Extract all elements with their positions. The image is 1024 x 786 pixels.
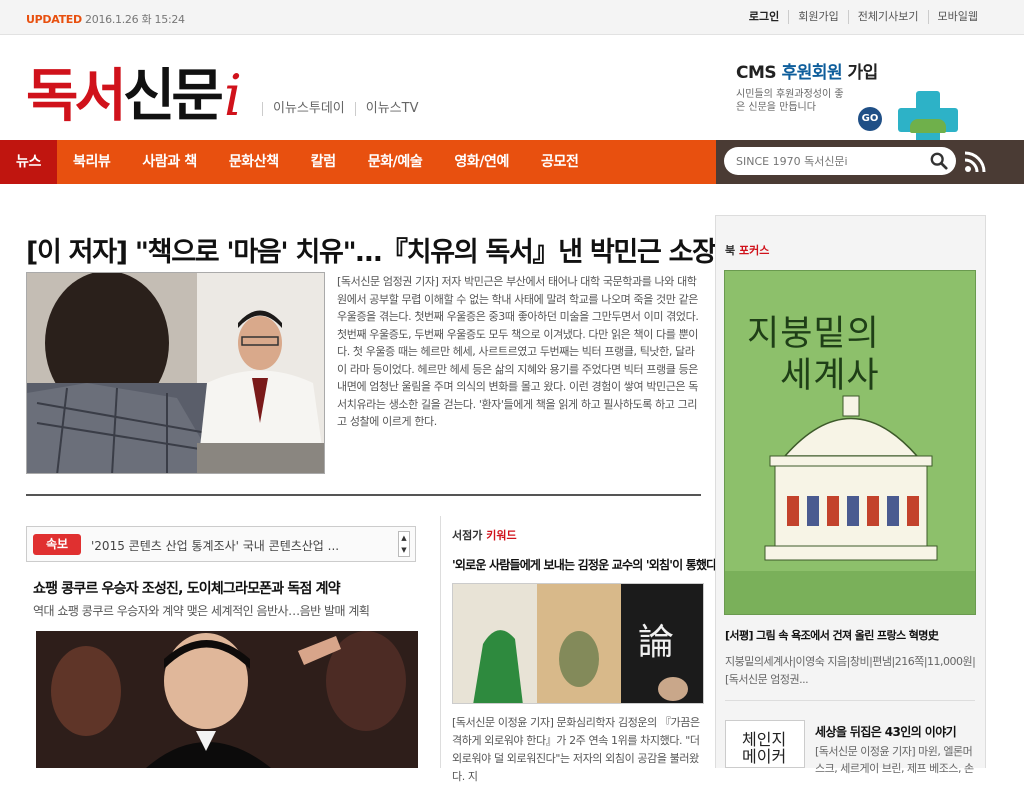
- keyword-books-photo[interactable]: 論: [452, 583, 704, 704]
- story2-photo[interactable]: [36, 631, 418, 768]
- site-logo[interactable]: 독서신문i: [26, 64, 242, 128]
- nav-item-column[interactable]: 칼럼: [295, 140, 352, 184]
- keyword-section-title: 서점가 키워드: [452, 529, 517, 542]
- book-focus-title: 북 포커스: [725, 244, 770, 257]
- keyword-article-title[interactable]: '외로운 사람들에게 보내는 김정운 교수의 '외침'이 통했다: [452, 556, 717, 573]
- cms-membership-banner[interactable]: CMS 후원회원 가입 시민들의 후원과정성이 좋은 신문을 만듭니다 GO: [736, 58, 896, 131]
- svg-text:論: 論: [638, 622, 674, 663]
- breaking-headline[interactable]: '2015 콘텐츠 산업 통계조사' 국내 콘텐츠산업 ...: [91, 537, 339, 554]
- login-link[interactable]: 로그인: [740, 10, 788, 24]
- update-timestamp: UPDATED 2016.1.26 화 15:24: [26, 13, 185, 26]
- sister-site-links: 이뉴스투데이 이뉴스TV: [262, 102, 428, 116]
- nav-search-area: [716, 140, 1024, 184]
- search-input[interactable]: [736, 152, 926, 170]
- rss-icon[interactable]: [964, 151, 986, 173]
- main-headline[interactable]: [이 저자] "책으로 '마음' 치유"…『치유의 독서』낸 박민근 소장: [26, 230, 717, 269]
- nav-item-news[interactable]: 뉴스: [0, 140, 57, 184]
- all-articles-link[interactable]: 전체기사보기: [847, 10, 928, 24]
- top-bar: UPDATED 2016.1.26 화 15:24 로그인 회원가입 전체기사보…: [0, 0, 1024, 35]
- book-focus-second-desc: [독서신문 이정윤 기자] 마윈, 엘론머스크, 세르게이 브린, 제프 베조스…: [815, 745, 974, 775]
- main-article-summary: [독서신문 엄정권 기자] 저자 박민근은 부산에서 태어나 대학 국문학과를 …: [337, 275, 699, 428]
- section-divider: [26, 494, 701, 496]
- search-icon[interactable]: [930, 152, 948, 170]
- book-cover-image[interactable]: 지붕밑의 세계사: [724, 270, 976, 615]
- column-divider: [440, 516, 441, 768]
- cms-description: 시민들의 후원과정성이 좋은 신문을 만듭니다: [736, 89, 844, 113]
- story2-title[interactable]: 쇼팽 콩쿠르 우승자 조성진, 도이체그라모폰과 독점 계약: [33, 578, 341, 598]
- thumbnail-title: 체인지 메이커: [742, 730, 787, 766]
- keyword-article-text: [독서신문 이정윤 기자] 문화심리학자 김정운의 『가끔은 격하게 외로워야 …: [452, 716, 700, 783]
- cms-title: CMS 후원회원 가입: [736, 63, 878, 83]
- cms-go-button[interactable]: GO: [858, 107, 882, 131]
- nav-item-culture-walk[interactable]: 문화산책: [213, 140, 295, 184]
- ticker-arrows[interactable]: ▲ ▼: [398, 531, 410, 557]
- book-focus-second-title[interactable]: 세상을 뒤집은 43인의 이야기: [815, 723, 957, 740]
- top-links: 로그인 회원가입 전체기사보기 모바일웹: [740, 10, 987, 24]
- search-box: [724, 147, 956, 175]
- nav-item-book-review[interactable]: 북리뷰: [57, 140, 126, 184]
- book-thumbnail[interactable]: 체인지 메이커: [725, 720, 805, 768]
- sidebar-divider: [725, 700, 975, 701]
- mobile-web-link[interactable]: 모바일웹: [927, 10, 987, 24]
- enewstv-link[interactable]: 이뉴스TV: [354, 102, 429, 116]
- nav-item-contest[interactable]: 공모전: [525, 140, 594, 184]
- nav-item-people-books[interactable]: 사람과 책: [126, 140, 212, 184]
- cover-title-line2: 세계사: [780, 356, 880, 396]
- book-focus-article-title[interactable]: [서평] 그림 속 욕조에서 건져 올린 프랑스 혁명史: [725, 627, 939, 643]
- signup-link[interactable]: 회원가입: [788, 10, 847, 24]
- ticker-down-icon[interactable]: ▼: [399, 544, 409, 556]
- book-focus-article-desc: 지붕밑의세계사|이영숙 지음|창비|편냄|216쪽|11,000원|[독서신문 …: [725, 655, 976, 686]
- main-article-photo[interactable]: [26, 272, 325, 474]
- breaking-news-ticker: 속보 '2015 콘텐츠 산업 통계조사' 국내 콘텐츠산업 ... ▲ ▼: [26, 526, 416, 562]
- ticker-up-icon[interactable]: ▲: [399, 532, 409, 544]
- site-header: 독서신문i 이뉴스투데이 이뉴스TV CMS 후원회원 가입 시민들의 후원과정…: [0, 36, 1024, 149]
- breaking-badge: 속보: [33, 534, 81, 555]
- story2-subtitle: 역대 쇼팽 콩쿠르 우승자와 계약 맺은 세계적인 음반사…음반 발매 계획: [33, 604, 370, 618]
- main-nav: 뉴스 북리뷰 사람과 책 문화산책 칼럼 문화/예술 영화/연예 공모전: [0, 140, 716, 184]
- nav-item-culture-art[interactable]: 문화/예술: [352, 140, 439, 184]
- nav-item-movie-ent[interactable]: 영화/연예: [438, 140, 525, 184]
- enewstoday-link[interactable]: 이뉴스투데이: [262, 102, 355, 116]
